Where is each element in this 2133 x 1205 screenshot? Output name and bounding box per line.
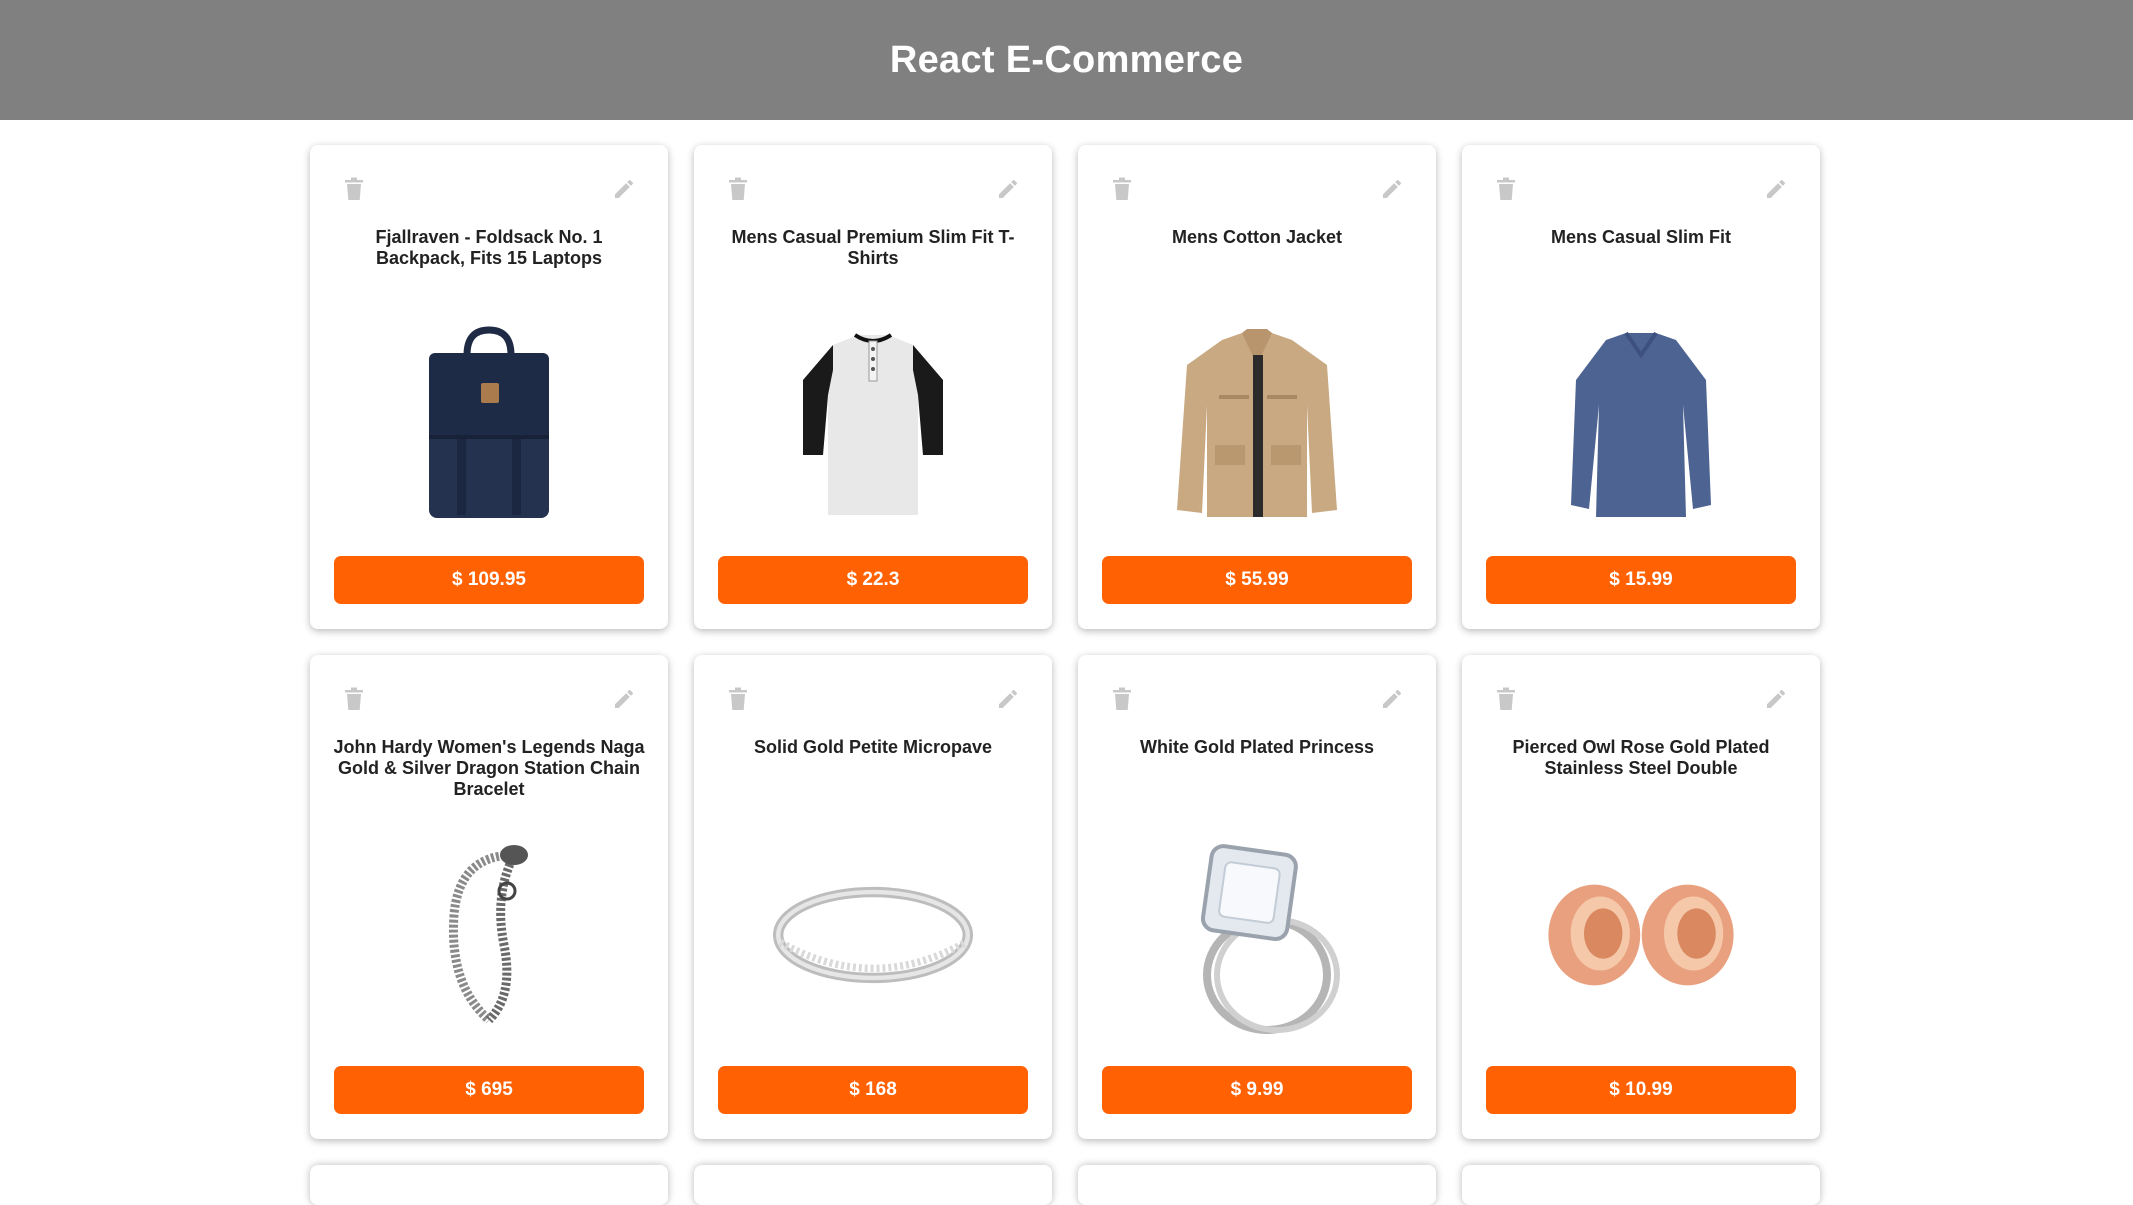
product-card: Solid Gold Petite Micropave $ 168: [694, 655, 1052, 1139]
pencil-icon[interactable]: [994, 685, 1022, 713]
product-card: Fjallraven - Foldsack No. 1 Backpack, Fi…: [310, 145, 668, 629]
pencil-icon[interactable]: [610, 175, 638, 203]
trash-icon[interactable]: [1492, 685, 1520, 713]
trash-icon[interactable]: [724, 175, 752, 203]
price-button[interactable]: $ 55.99: [1102, 556, 1412, 604]
page-title: React E-Commerce: [889, 38, 1244, 81]
product-title: Mens Casual Premium Slim Fit T-Shirts: [731, 227, 1015, 268]
product-title: Solid Gold Petite Micropave: [753, 737, 993, 757]
rose-gold-tunnels-image: [1541, 835, 1741, 1035]
product-card: [694, 1165, 1052, 1205]
product-card: [310, 1165, 668, 1205]
price-button[interactable]: $ 15.99: [1486, 556, 1796, 604]
trash-icon[interactable]: [724, 685, 752, 713]
price-button[interactable]: $ 695: [334, 1066, 644, 1114]
pencil-icon[interactable]: [1762, 175, 1790, 203]
trash-icon[interactable]: [1108, 685, 1136, 713]
princess-ring-image: [1157, 835, 1357, 1035]
product-title: White Gold Plated Princess: [1139, 737, 1375, 757]
product-card: [1462, 1165, 1820, 1205]
pencil-icon[interactable]: [1378, 175, 1406, 203]
price-button[interactable]: $ 9.99: [1102, 1066, 1412, 1114]
product-grid: Fjallraven - Foldsack No. 1 Backpack, Fi…: [310, 145, 1820, 1205]
price-button[interactable]: $ 168: [718, 1066, 1028, 1114]
product-card: John Hardy Women's Legends Naga Gold & S…: [310, 655, 668, 1139]
pencil-icon[interactable]: [610, 685, 638, 713]
cotton-jacket-image: [1157, 325, 1357, 525]
pencil-icon[interactable]: [994, 175, 1022, 203]
henley-shirt-image: [773, 325, 973, 525]
backpack-image: [389, 325, 589, 525]
trash-icon[interactable]: [1108, 175, 1136, 203]
price-button[interactable]: $ 22.3: [718, 556, 1028, 604]
product-title: Fjallraven - Foldsack No. 1 Backpack, Fi…: [375, 227, 603, 268]
product-card: [1078, 1165, 1436, 1205]
product-title: Pierced Owl Rose Gold Plated Stainless S…: [1512, 737, 1770, 778]
app-header: React E-Commerce: [0, 0, 2133, 120]
product-card: Mens Cotton Jacket $ 55.99: [1078, 145, 1436, 629]
product-card: Pierced Owl Rose Gold Plated Stainless S…: [1462, 655, 1820, 1139]
pencil-icon[interactable]: [1378, 685, 1406, 713]
price-button[interactable]: $ 109.95: [334, 556, 644, 604]
trash-icon[interactable]: [1492, 175, 1520, 203]
trash-icon[interactable]: [340, 685, 368, 713]
dragon-bracelet-image: [389, 835, 589, 1035]
pencil-icon[interactable]: [1762, 685, 1790, 713]
long-sleeve-shirt-image: [1541, 325, 1741, 525]
product-title: Mens Casual Slim Fit: [1550, 227, 1732, 247]
product-title: Mens Cotton Jacket: [1171, 227, 1343, 247]
product-card: Mens Casual Premium Slim Fit T-Shirts $ …: [694, 145, 1052, 629]
product-card: White Gold Plated Princess $ 9.99: [1078, 655, 1436, 1139]
micropave-ring-image: [773, 835, 973, 1035]
product-title: John Hardy Women's Legends Naga Gold & S…: [333, 737, 645, 799]
price-button[interactable]: $ 10.99: [1486, 1066, 1796, 1114]
trash-icon[interactable]: [340, 175, 368, 203]
product-card: Mens Casual Slim Fit $ 15.99: [1462, 145, 1820, 629]
